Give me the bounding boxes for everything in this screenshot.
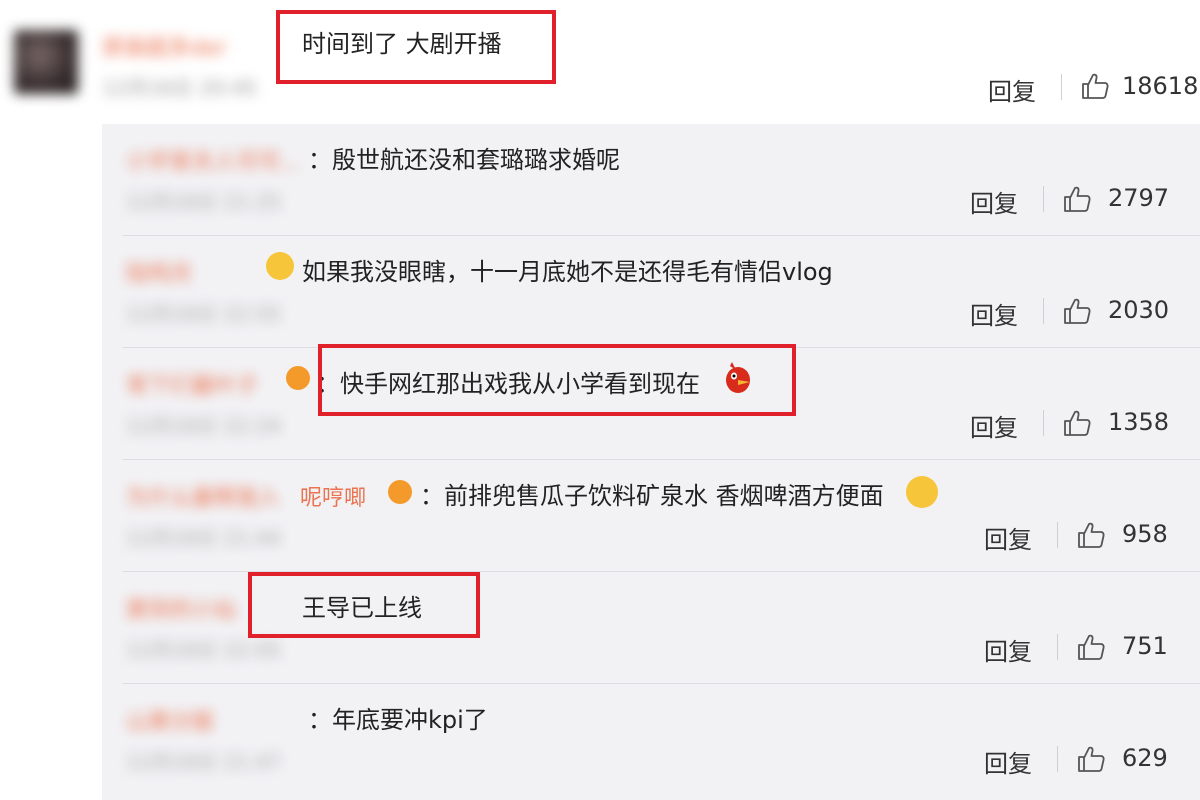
like-count: 2797 bbox=[1108, 184, 1170, 212]
divider bbox=[1057, 634, 1058, 660]
timestamp: 12月16日 22:05 bbox=[126, 638, 281, 662]
member-badge-icon bbox=[286, 366, 310, 390]
username[interactable]: 常下们最叶子 bbox=[126, 368, 258, 400]
timestamp: 12月16日 22:55 bbox=[126, 302, 281, 326]
like-count: 2030 bbox=[1108, 296, 1170, 324]
thumbs-up-icon[interactable] bbox=[1076, 520, 1106, 550]
username[interactable]: 为什么最帮我入 bbox=[126, 480, 280, 512]
timestamp: 12月16日 22:24 bbox=[126, 414, 281, 438]
timestamp: 12月16日 20:45 bbox=[102, 76, 257, 100]
reply-button[interactable]: 回复 bbox=[988, 72, 1036, 107]
thumbs-up-icon[interactable] bbox=[1076, 632, 1106, 662]
thumbs-up-icon[interactable] bbox=[1062, 408, 1092, 438]
reply-button[interactable]: 回复 bbox=[984, 520, 1032, 555]
reply-text: ：年底要冲kpi了 bbox=[308, 706, 488, 734]
thumbs-up-icon[interactable] bbox=[1076, 744, 1106, 774]
reply-text: 如果我没眼瞎，十一月底她不是还得毛有情侣vlog bbox=[302, 258, 833, 286]
timestamp: 12月16日 21:47 bbox=[126, 750, 281, 774]
divider bbox=[1057, 522, 1058, 548]
timestamp: 12月16日 21:25 bbox=[126, 190, 281, 214]
username[interactable]: 陆鸣月 bbox=[126, 256, 192, 288]
reply-item: 窦突的小仙 12月16日 22:05 王导已上线 回复 751 bbox=[102, 572, 1200, 684]
username-visible[interactable]: 呢哼唧 bbox=[300, 480, 366, 512]
like-count: 1358 bbox=[1108, 408, 1170, 436]
reply-button[interactable]: 回复 bbox=[984, 744, 1032, 779]
username[interactable]: 窦突的小仙 bbox=[126, 592, 236, 624]
reply-button[interactable]: 回复 bbox=[970, 408, 1018, 443]
reply-item: 常下们最叶子 12月16日 22:24 ：快手网红那出戏我从小学看到现在 回复 … bbox=[102, 344, 1200, 460]
divider bbox=[1043, 298, 1044, 324]
replies-panel: 小宇家夫人可可... 12月16日 21:25 ：殷世航还没和套璐璐求婚呢 回复… bbox=[102, 124, 1200, 800]
reply-button[interactable]: 回复 bbox=[970, 184, 1018, 219]
like-count: 18618 bbox=[1122, 72, 1199, 100]
reply-item: 为什么最帮我入 呢哼唧 12月16日 21:44 ：前排兜售瓜子饮料矿泉水 香烟… bbox=[102, 460, 1200, 572]
reply-text: ：前排兜售瓜子饮料矿泉水 香烟啤酒方便面 bbox=[420, 482, 884, 510]
avatar[interactable] bbox=[14, 30, 78, 94]
username[interactable]: 山莱分版 bbox=[126, 704, 214, 736]
reply-text: ：殷世航还没和套璐璐求婚呢 bbox=[308, 146, 620, 174]
thumbs-up-icon[interactable] bbox=[1062, 184, 1092, 214]
reply-item: 山莱分版 12月16日 21:47 ：年底要冲kpi了 回复 629 bbox=[102, 684, 1200, 796]
username[interactable]: 小宇家夫人可可... bbox=[126, 144, 301, 176]
member-badge-icon bbox=[388, 480, 412, 504]
reply-button[interactable]: 回复 bbox=[984, 632, 1032, 667]
reply-item: 陆鸣月 12月16日 22:55 如果我没眼瞎，十一月底她不是还得毛有情侣vlo… bbox=[102, 236, 1200, 348]
divider bbox=[1061, 74, 1062, 100]
dog-emoji-icon bbox=[906, 476, 938, 508]
smile-emoji-icon bbox=[266, 252, 294, 280]
highlight-box bbox=[276, 10, 556, 84]
like-count: 629 bbox=[1122, 744, 1168, 772]
divider bbox=[1043, 186, 1044, 212]
thumbs-up-icon[interactable] bbox=[1062, 296, 1092, 326]
divider bbox=[1043, 410, 1044, 436]
highlight-box bbox=[248, 572, 480, 638]
reply-item: 小宇家夫人可可... 12月16日 21:25 ：殷世航还没和套璐璐求婚呢 回复… bbox=[102, 124, 1200, 236]
thumbs-up-icon[interactable] bbox=[1080, 71, 1110, 101]
like-count: 958 bbox=[1122, 520, 1168, 548]
timestamp: 12月16日 21:44 bbox=[126, 526, 281, 550]
divider bbox=[1057, 746, 1058, 772]
reply-button[interactable]: 回复 bbox=[970, 296, 1018, 331]
username[interactable]: 原装超多der bbox=[102, 30, 227, 62]
highlight-box bbox=[318, 344, 796, 416]
like-count: 751 bbox=[1122, 632, 1168, 660]
